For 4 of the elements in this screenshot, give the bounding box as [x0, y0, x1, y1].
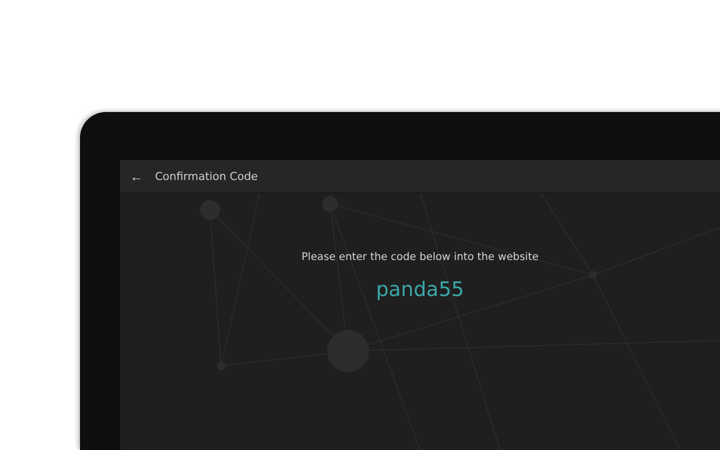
page-title: Confirmation Code — [155, 170, 258, 182]
back-button[interactable]: ← — [130, 168, 143, 184]
instruction-text: Please enter the code below into the website — [301, 251, 539, 263]
confirmation-code: panda55 — [376, 277, 464, 301]
